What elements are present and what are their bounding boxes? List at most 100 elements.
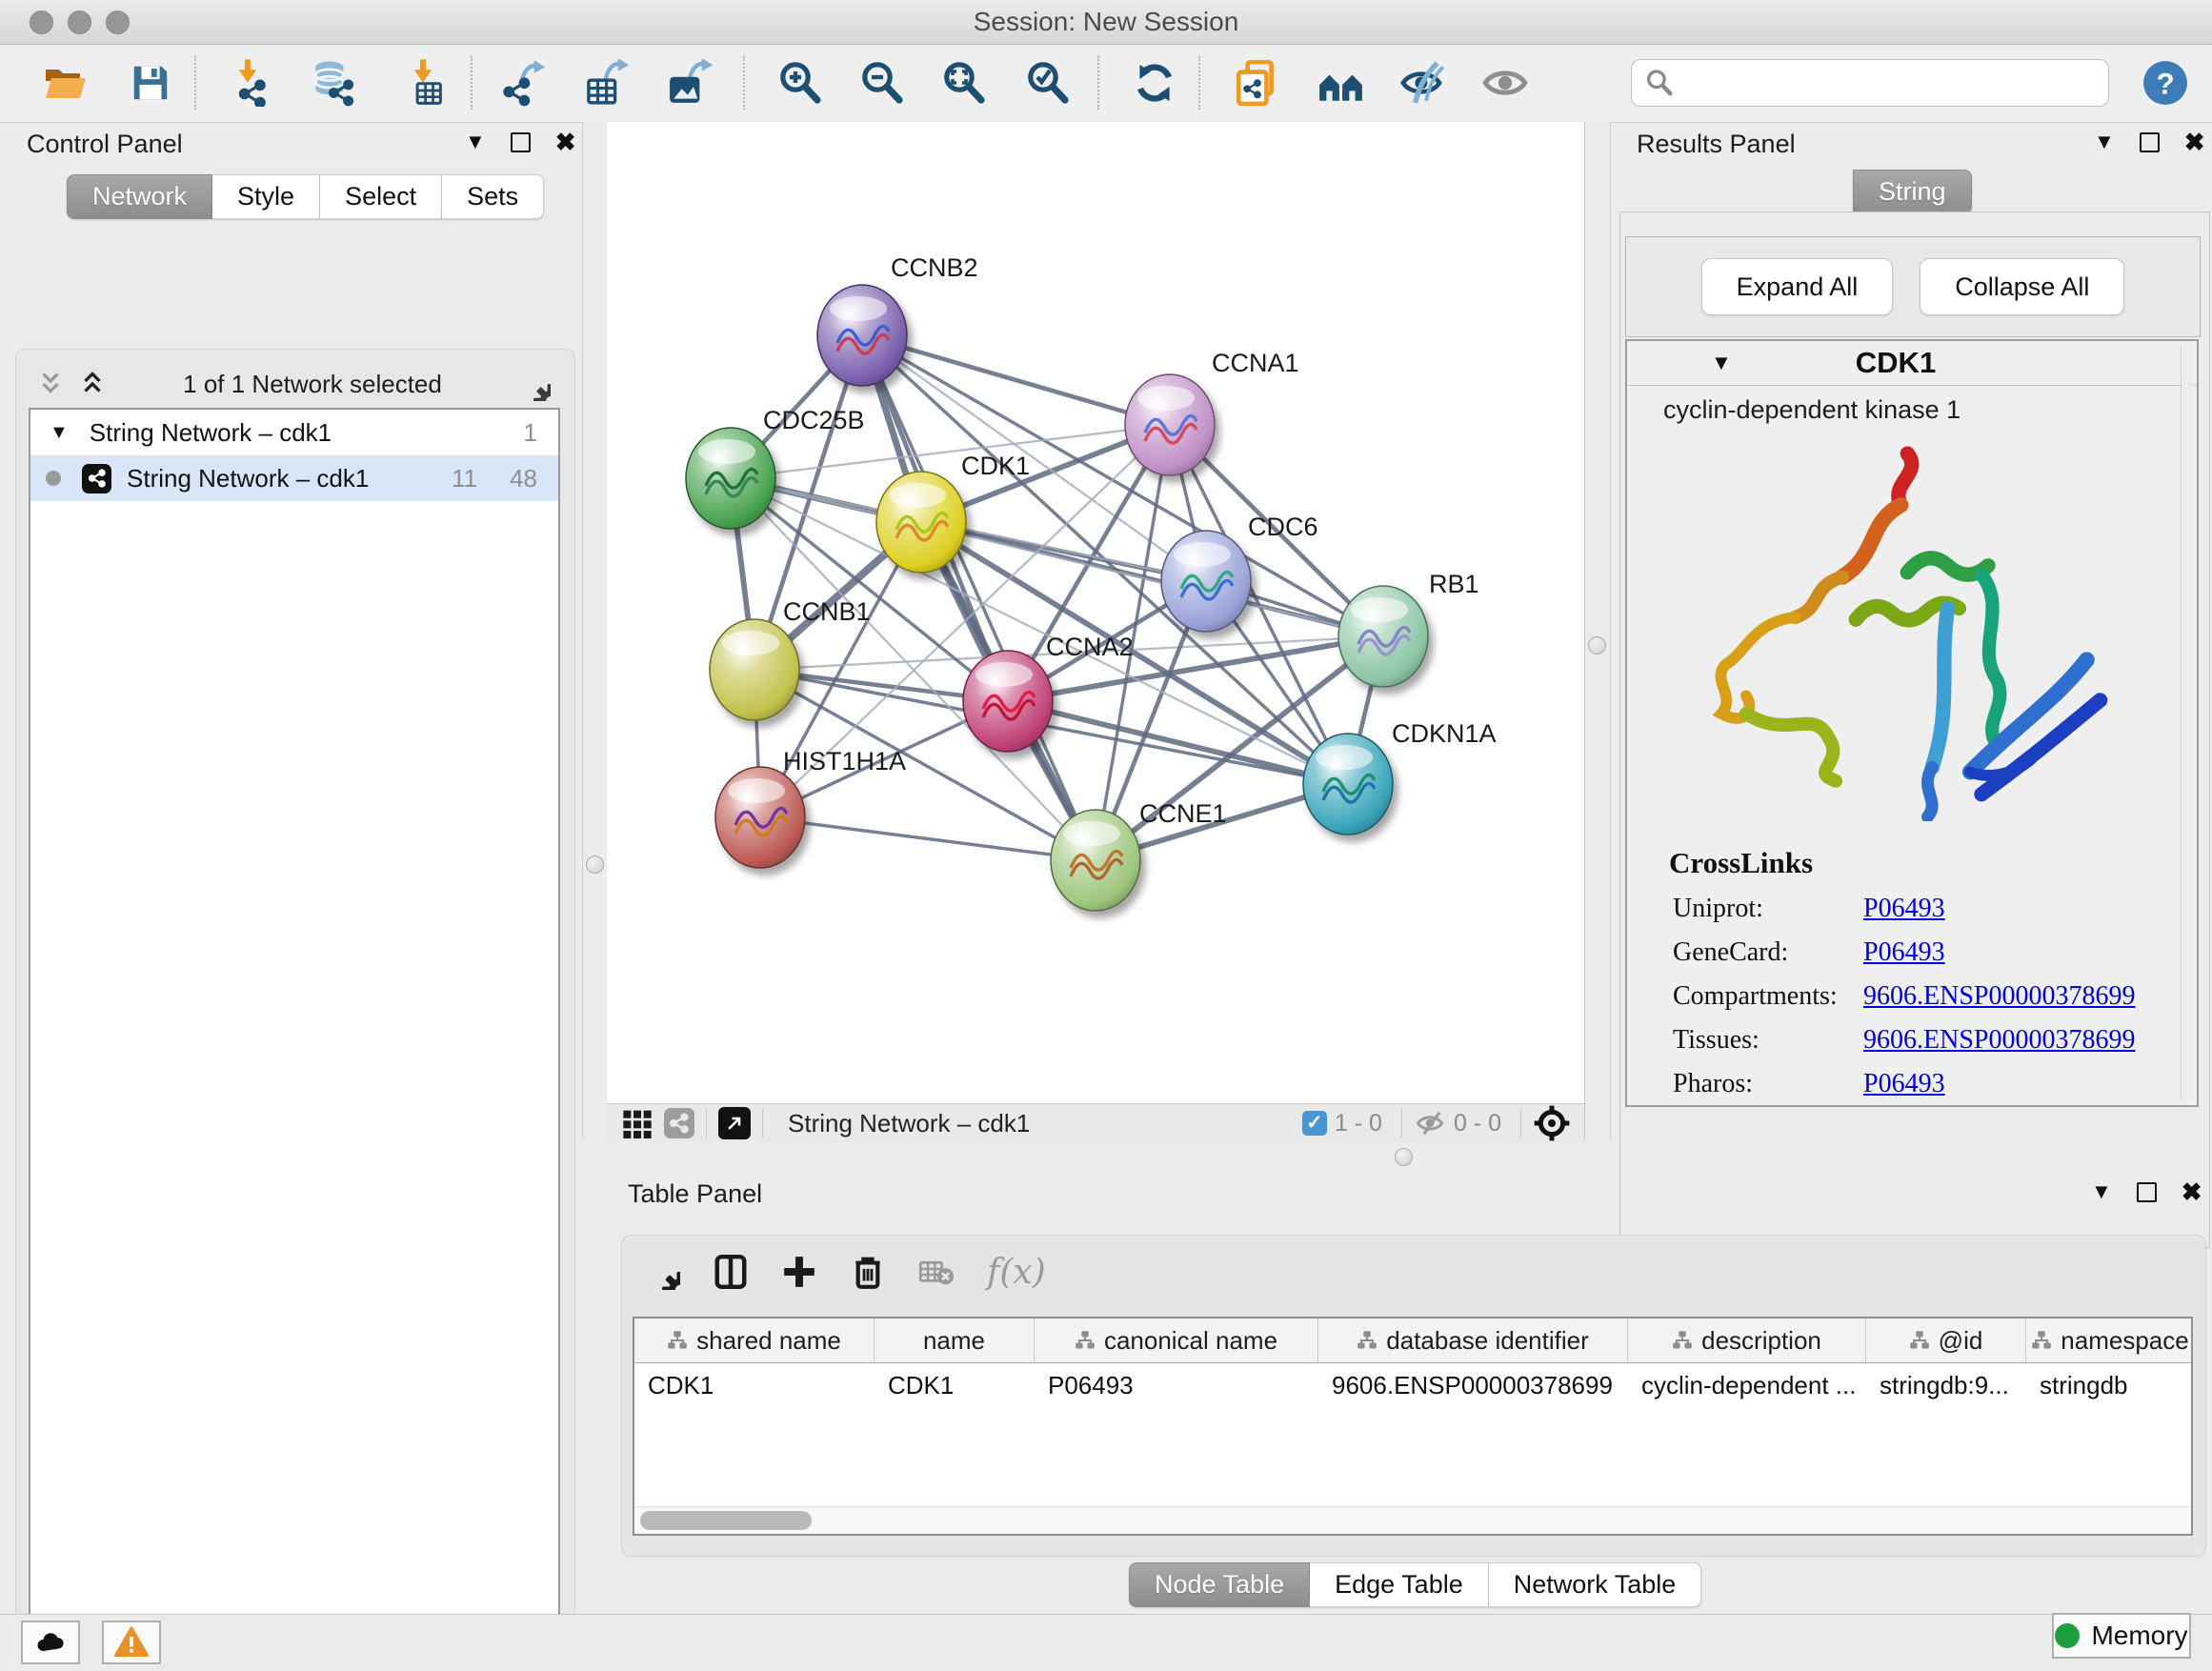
network-node-CDK1[interactable]: CDK1 bbox=[876, 452, 1030, 573]
expand-all-button[interactable]: Expand All bbox=[1701, 258, 1894, 315]
network-node-HIST1H1A[interactable]: HIST1H1A bbox=[715, 747, 906, 868]
network-edge-CCNE1-HIST1H1A[interactable] bbox=[760, 817, 1096, 860]
tab-sets[interactable]: Sets bbox=[442, 174, 544, 219]
hidden-eye-icon[interactable] bbox=[1414, 1109, 1446, 1137]
crosslink-link[interactable]: P06493 bbox=[1863, 1069, 1945, 1099]
tab-style[interactable]: Style bbox=[212, 174, 320, 219]
tab-select[interactable]: Select bbox=[320, 174, 442, 219]
protein-structure-image bbox=[1683, 440, 2141, 821]
warning-button[interactable] bbox=[102, 1621, 161, 1664]
panel-float-icon[interactable] bbox=[2140, 132, 2160, 152]
panel-close-icon[interactable]: ✖ bbox=[2184, 130, 2205, 154]
apply-layout-button[interactable] bbox=[1128, 54, 1181, 111]
gene-collapse-triangle-icon[interactable]: ▼ bbox=[1711, 352, 1732, 373]
search-input[interactable] bbox=[1674, 68, 2078, 99]
table-cell[interactable]: stringdb bbox=[2026, 1371, 2193, 1400]
network-node-CCNA1[interactable]: CCNA1 bbox=[1125, 349, 1299, 475]
splitter-handle[interactable] bbox=[586, 856, 604, 874]
column-header-@id[interactable]: @id bbox=[1866, 1319, 2026, 1362]
zoom-fit-button[interactable] bbox=[937, 54, 991, 111]
right-splitter[interactable] bbox=[1584, 122, 1611, 1139]
table-cell[interactable]: cyclin-dependent ... bbox=[1628, 1371, 1866, 1400]
toolbar-search[interactable] bbox=[1631, 59, 2109, 107]
network-node-CCNE1[interactable]: CCNE1 bbox=[1051, 799, 1227, 911]
show-columns-icon[interactable] bbox=[713, 1254, 749, 1290]
tab-node-table[interactable]: Node Table bbox=[1129, 1562, 1310, 1607]
show-all-button[interactable] bbox=[1478, 54, 1532, 111]
expand-all-chevron-icon[interactable] bbox=[76, 370, 109, 398]
splitter-handle[interactable] bbox=[1588, 636, 1606, 654]
grid-view-icon[interactable] bbox=[622, 1108, 653, 1138]
zoom-out-button[interactable] bbox=[855, 54, 909, 111]
tab-string[interactable]: String bbox=[1853, 170, 1972, 214]
left-splitter[interactable] bbox=[582, 122, 609, 1139]
delete-column-trash-icon[interactable] bbox=[850, 1254, 886, 1290]
network-options-gear-icon[interactable] bbox=[516, 367, 551, 401]
collapse-all-chevron-icon[interactable] bbox=[34, 370, 67, 398]
column-header-name[interactable]: name bbox=[875, 1319, 1035, 1362]
tab-network-table[interactable]: Network Table bbox=[1489, 1562, 1702, 1607]
tab-network[interactable]: Network bbox=[67, 174, 212, 219]
gene-section-header[interactable]: ▼ CDK1 bbox=[1627, 341, 2197, 386]
network-node-CDC25B[interactable]: CDC25B bbox=[686, 406, 865, 529]
panel-menu-icon[interactable]: ▼ bbox=[2091, 1181, 2112, 1202]
column-header-namespace[interactable]: namespace bbox=[2026, 1319, 2193, 1362]
crosslink-link[interactable]: P06493 bbox=[1863, 894, 1945, 924]
table-horizontal-scrollbar[interactable] bbox=[634, 1506, 2191, 1534]
selected-checkbox-icon[interactable]: ✓ bbox=[1302, 1111, 1327, 1136]
tab-edge-table[interactable]: Edge Table bbox=[1310, 1562, 1489, 1607]
help-button[interactable]: ? bbox=[2142, 56, 2189, 110]
network-row[interactable]: String Network – cdk1 11 48 bbox=[30, 455, 558, 501]
panel-close-icon[interactable]: ✖ bbox=[555, 130, 576, 154]
crosslink-link[interactable]: 9606.ENSP00000378699 bbox=[1863, 1025, 2135, 1056]
table-cell[interactable]: stringdb:9... bbox=[1866, 1371, 2026, 1400]
column-header-database-identifier[interactable]: database identifier bbox=[1318, 1319, 1628, 1362]
table-cell[interactable]: 9606.ENSP00000378699 bbox=[1318, 1371, 1628, 1400]
table-settings-gear-icon[interactable] bbox=[644, 1254, 680, 1290]
column-header-canonical-name[interactable]: canonical name bbox=[1035, 1319, 1318, 1362]
open-session-button[interactable] bbox=[38, 54, 91, 111]
cloud-button[interactable] bbox=[21, 1621, 80, 1664]
crosshair-icon[interactable] bbox=[1533, 1104, 1571, 1142]
zoom-in-button[interactable] bbox=[774, 54, 827, 111]
scrollbar-thumb[interactable] bbox=[640, 1511, 812, 1530]
create-column-icon[interactable] bbox=[781, 1254, 817, 1290]
hide-selected-button[interactable] bbox=[1397, 54, 1450, 111]
network-edge-CCNB2-CCNE1[interactable] bbox=[862, 335, 1096, 860]
import-network-file-button[interactable] bbox=[223, 54, 276, 111]
table-cell[interactable]: CDK1 bbox=[875, 1371, 1035, 1400]
collection-expand-triangle-icon[interactable]: ▼ bbox=[50, 422, 69, 444]
horizontal-splitter-handle[interactable] bbox=[1395, 1148, 1413, 1166]
open-in-new-window-icon[interactable] bbox=[718, 1107, 751, 1139]
column-header-shared-name[interactable]: shared name bbox=[634, 1319, 875, 1362]
share-view-icon[interactable] bbox=[664, 1108, 694, 1138]
export-network-button[interactable] bbox=[499, 54, 553, 111]
panel-menu-icon[interactable]: ▼ bbox=[2094, 131, 2115, 152]
panel-float-icon[interactable] bbox=[511, 132, 531, 152]
zoom-selected-button[interactable] bbox=[1021, 54, 1075, 111]
network-node-CDKN1A[interactable]: CDKN1A bbox=[1303, 719, 1497, 835]
column-header-description[interactable]: description bbox=[1628, 1319, 1866, 1362]
results-scrollbar[interactable] bbox=[2181, 345, 2193, 1099]
network-canvas[interactable]: CCNB2CCNA1CDC25BCDK1CDC6RB1CCNB1CCNA2CDK… bbox=[607, 122, 1584, 1104]
network-node-CCNB2[interactable]: CCNB2 bbox=[817, 253, 978, 386]
export-image-button[interactable] bbox=[665, 54, 718, 111]
export-table-button[interactable] bbox=[581, 54, 634, 111]
collapse-all-button[interactable]: Collapse All bbox=[1920, 258, 2124, 315]
panel-menu-icon[interactable]: ▼ bbox=[465, 131, 486, 152]
table-cell[interactable]: P06493 bbox=[1035, 1371, 1318, 1400]
table-cell[interactable]: CDK1 bbox=[634, 1371, 875, 1400]
network-collection-row[interactable]: ▼ String Network – cdk1 1 bbox=[30, 410, 558, 455]
save-session-button[interactable] bbox=[124, 54, 177, 111]
panel-close-icon[interactable]: ✖ bbox=[2182, 1179, 2202, 1204]
table-row[interactable]: CDK1CDK1P064939606.ENSP00000378699cyclin… bbox=[634, 1363, 2191, 1407]
network-node-RB1[interactable]: RB1 bbox=[1338, 570, 1479, 687]
crosslink-link[interactable]: P06493 bbox=[1863, 937, 1945, 968]
panel-float-icon[interactable] bbox=[2137, 1182, 2157, 1202]
import-table-file-button[interactable] bbox=[396, 54, 450, 111]
crosslink-link[interactable]: 9606.ENSP00000378699 bbox=[1863, 981, 2135, 1012]
memory-button[interactable]: Memory bbox=[2052, 1613, 2191, 1659]
import-network-database-button[interactable] bbox=[307, 54, 360, 111]
first-neighbors-button[interactable] bbox=[1315, 54, 1368, 111]
duplicate-network-button[interactable] bbox=[1231, 54, 1284, 111]
